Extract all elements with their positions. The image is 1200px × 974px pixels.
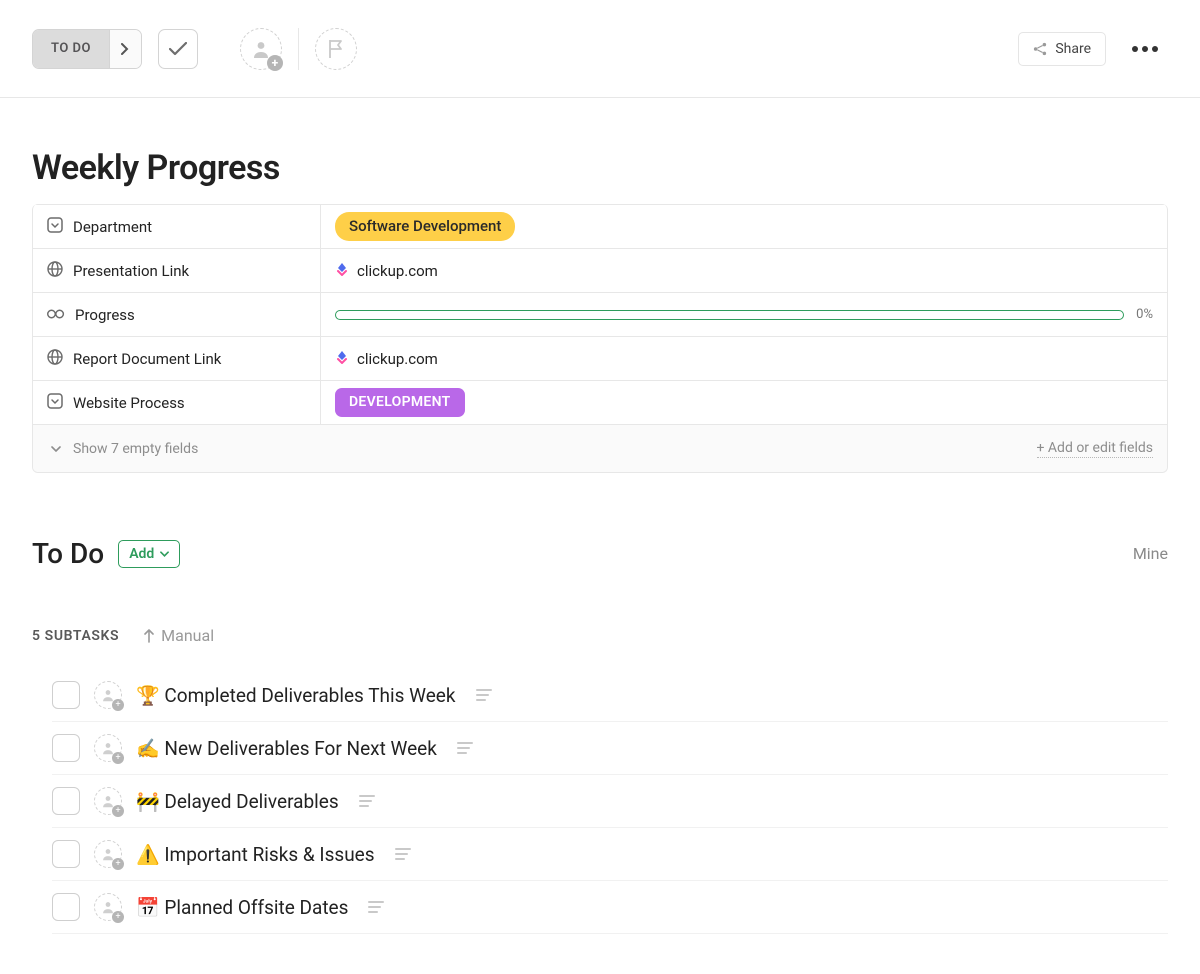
description-icon: [359, 795, 375, 807]
subtask-checkbox[interactable]: [52, 681, 80, 709]
plus-icon: +: [112, 858, 124, 870]
assignee-add[interactable]: +: [240, 28, 282, 70]
plus-icon: +: [112, 805, 124, 817]
field-value[interactable]: clickup.com: [321, 262, 1167, 280]
subtask-assignee[interactable]: +: [94, 893, 122, 921]
check-icon: [169, 42, 187, 56]
field-value[interactable]: 0%: [321, 307, 1167, 322]
field-label: Presentation Link: [33, 249, 321, 292]
subtask-row[interactable]: + 🏆 Completed Deliverables This Week: [52, 669, 1168, 722]
share-label: Share: [1055, 41, 1091, 57]
field-value[interactable]: DEVELOPMENT: [321, 388, 1167, 418]
status-next-button[interactable]: [109, 30, 141, 68]
field-value[interactable]: Software Development: [321, 212, 1167, 241]
field-row[interactable]: Progress 0%: [33, 292, 1167, 336]
sort-label: Manual: [161, 626, 214, 645]
dropdown-icon: [47, 393, 63, 413]
mark-complete-button[interactable]: [158, 29, 198, 69]
plus-icon: +: [267, 55, 283, 71]
favicon-icon: [335, 350, 349, 368]
progress-percent: 0%: [1136, 307, 1153, 322]
field-row[interactable]: Presentation Link clickup.com: [33, 248, 1167, 292]
favicon-icon: [335, 262, 349, 280]
status-group: TO DO: [32, 29, 142, 69]
field-row[interactable]: Department Software Development: [33, 204, 1167, 248]
subtask-assignee[interactable]: +: [94, 681, 122, 709]
field-label: Report Document Link: [33, 337, 321, 380]
subtask-row[interactable]: + 🚧 Delayed Deliverables: [52, 775, 1168, 828]
plus-icon: +: [112, 752, 124, 764]
field-tag: DEVELOPMENT: [335, 388, 465, 418]
share-icon: [1033, 42, 1047, 56]
subtask-checkbox[interactable]: [52, 787, 80, 815]
description-icon: [368, 901, 384, 913]
toolbar: TO DO + Share: [0, 0, 1200, 98]
field-row[interactable]: Report Document Link clickup.com: [33, 336, 1167, 380]
subtask-title: ✍️ New Deliverables For Next Week: [136, 737, 437, 760]
subtask-assignee[interactable]: +: [94, 734, 122, 762]
field-link: clickup.com: [357, 262, 438, 280]
show-empty-fields[interactable]: Show 7 empty fields: [51, 441, 198, 457]
subtask-checkbox[interactable]: [52, 734, 80, 762]
field-label: Progress: [33, 293, 321, 336]
subtask-checkbox[interactable]: [52, 893, 80, 921]
add-subtask-button[interactable]: Add: [118, 540, 180, 568]
person-icon: [251, 39, 271, 59]
priority-flag[interactable]: [315, 28, 357, 70]
subtask-row[interactable]: + ✍️ New Deliverables For Next Week: [52, 722, 1168, 775]
flag-icon: [327, 39, 345, 59]
description-icon: [457, 742, 473, 754]
progress-bar[interactable]: [335, 310, 1124, 320]
globe-icon: [47, 349, 63, 369]
subtask-title: 📅 Planned Offsite Dates: [136, 896, 348, 919]
caret-down-icon: [160, 551, 169, 557]
add-edit-fields[interactable]: + Add or edit fields: [1037, 440, 1154, 458]
subtask-assignee[interactable]: +: [94, 787, 122, 815]
custom-fields: Department Software Development Presenta…: [32, 204, 1168, 473]
field-tag: Software Development: [335, 212, 515, 241]
plus-icon: +: [112, 911, 124, 923]
chevron-right-icon: [121, 43, 129, 55]
section-title: To Do: [32, 537, 104, 570]
field-value[interactable]: clickup.com: [321, 350, 1167, 368]
field-row[interactable]: Website Process DEVELOPMENT: [33, 380, 1167, 424]
description-icon: [395, 848, 411, 860]
subtask-checkbox[interactable]: [52, 840, 80, 868]
sort-button[interactable]: Manual: [143, 626, 214, 645]
status-button[interactable]: TO DO: [33, 30, 109, 68]
globe-icon: [47, 261, 63, 281]
subtask-row[interactable]: + ⚠️ Important Risks & Issues: [52, 828, 1168, 881]
subtasks-count: 5 SUBTASKS: [32, 628, 119, 644]
subtask-title: 🚧 Delayed Deliverables: [136, 790, 339, 813]
subtask-title: ⚠️ Important Risks & Issues: [136, 843, 375, 866]
field-label: Website Process: [33, 381, 321, 424]
field-link: clickup.com: [357, 350, 438, 368]
mine-filter[interactable]: Mine: [1133, 544, 1168, 563]
field-label: Department: [33, 205, 321, 248]
subtask-assignee[interactable]: +: [94, 840, 122, 868]
progress-icon: [47, 306, 65, 324]
dropdown-icon: [47, 217, 63, 237]
more-menu-button[interactable]: [1122, 46, 1168, 52]
share-button[interactable]: Share: [1018, 32, 1106, 66]
subtask-row[interactable]: + 📅 Planned Offsite Dates: [52, 881, 1168, 934]
subtask-list: + 🏆 Completed Deliverables This Week + ✍…: [52, 669, 1168, 934]
fields-footer: Show 7 empty fields + Add or edit fields: [33, 424, 1167, 472]
divider: [298, 28, 299, 70]
description-icon: [476, 689, 492, 701]
page-title[interactable]: Weekly Progress: [32, 148, 1168, 188]
subtask-title: 🏆 Completed Deliverables This Week: [136, 684, 456, 707]
add-label: Add: [129, 546, 154, 562]
arrow-up-icon: [143, 629, 155, 643]
caret-down-icon: [51, 446, 61, 452]
plus-icon: +: [112, 699, 124, 711]
